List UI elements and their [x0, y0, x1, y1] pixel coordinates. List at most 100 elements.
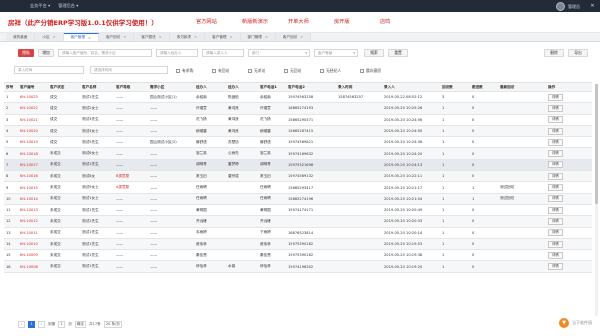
- filter-no-visit[interactable]: 无回访: [284, 68, 301, 74]
- customer-id-link[interactable]: KH-10012: [18, 219, 48, 223]
- details-button[interactable]: 详情: [548, 206, 563, 214]
- filter-intent[interactable]: 晨向意愿: [360, 68, 381, 74]
- table-row[interactable]: 8 KH-10016 未成交 测试8女 B类意愿 —— 常玉旧 唐宗斌 常玉旧 159745691…: [4, 171, 592, 183]
- tab-department[interactable]: 部门管理 ×: [240, 33, 276, 41]
- table-row[interactable]: 10 KH-10014 未成交 测试1女士 —— —— 任雨晴 任雨晴 15865274196 2…: [4, 193, 592, 205]
- table-row[interactable]: 15 KH-10009 未成交 测试1先生 —— —— 秦佳慧 秦佳慧 15975390182 2…: [4, 250, 592, 262]
- checkbox[interactable]: [360, 69, 364, 73]
- table-row[interactable]: 4 KH-10020 成交 测试4女士 —— —— 柳烟晨 黄鸿良 柳烟晨 15865287415…: [4, 125, 592, 138]
- link-house-edition[interactable]: 房开版: [334, 18, 380, 25]
- next-page-button[interactable]: ›: [38, 320, 45, 328]
- filter-has-visit[interactable]: 有回访: [212, 68, 229, 74]
- details-button[interactable]: 详情: [548, 116, 563, 124]
- tab-payments[interactable]: 收付款项 ×: [169, 33, 206, 41]
- checkbox[interactable]: [284, 69, 288, 73]
- table-row[interactable]: 7 KH-10017 未成交 测试1先生 —— —— 胡明青 董梦婷 胡明青 1597532169…: [4, 159, 592, 172]
- checkbox[interactable]: [320, 69, 324, 73]
- close-icon[interactable]: ×: [230, 35, 233, 39]
- date-picker-input[interactable]: 请选择时间: [90, 66, 168, 74]
- customer-id-link[interactable]: KH-10020: [18, 129, 48, 133]
- customer-id-link[interactable]: KH-10021: [18, 118, 48, 122]
- search-button[interactable]: 搜索: [364, 49, 384, 57]
- details-button[interactable]: 详情: [548, 240, 563, 248]
- tab-customer-visit[interactable]: 客户回访 ×: [98, 33, 135, 41]
- customer-level-select[interactable]: 客户等级 ▾: [314, 49, 358, 57]
- details-button[interactable]: 详情: [548, 217, 563, 225]
- close-icon[interactable]: ×: [123, 35, 126, 39]
- table-row[interactable]: 16 KH-10008 未成交 测试1先生 —— —— 林怡林 水镇 林怡林 1597419630…: [4, 261, 592, 273]
- details-button[interactable]: 详情: [548, 195, 563, 203]
- prev-page-button[interactable]: ‹: [18, 320, 25, 328]
- table-row[interactable]: 11 KH-10013 未成交 测试1先生 —— —— 黄明国 黄明国 15974174171 2…: [4, 205, 592, 217]
- export-button[interactable]: 导出: [568, 49, 588, 57]
- user-menu[interactable]: 管理员: [556, 2, 580, 11]
- customer-id-link[interactable]: KH-10014: [18, 197, 48, 201]
- details-button[interactable]: 详情: [548, 172, 563, 180]
- table-row[interactable]: 6 KH-10018 未成交 测试6女士 —— —— 邹兰英 公雨先 邹兰英 1597416963…: [4, 148, 592, 160]
- tab-customer-visit-2[interactable]: 客户回访 ×: [275, 33, 312, 41]
- checkbox[interactable]: [176, 69, 180, 73]
- add-button[interactable]: 增加: [38, 49, 54, 57]
- goto-page-input[interactable]: 1: [58, 320, 66, 328]
- close-icon[interactable]: ×: [194, 35, 197, 39]
- checkbox[interactable]: [212, 69, 216, 73]
- customer-id-link[interactable]: KH-10023: [18, 95, 48, 99]
- table-row[interactable]: 2 KH-10022 成交 测试2女士 —— —— 许瑾萱 黄鸿良 许瑾萱 16865274193…: [4, 103, 592, 115]
- department-select[interactable]: 部门 ▾: [248, 49, 310, 57]
- details-button[interactable]: 详情: [548, 251, 563, 259]
- details-button[interactable]: 详情: [548, 229, 563, 237]
- privacy-button[interactable]: 隐私: [18, 49, 34, 57]
- tab-community[interactable]: 小区 ×: [35, 33, 64, 41]
- reset-button[interactable]: 重置: [388, 49, 408, 57]
- filter-no-agent[interactable]: 无经纪人: [320, 68, 341, 74]
- close-icon[interactable]: ✕: [589, 3, 596, 9]
- tab-customer-management-2[interactable]: 客户管理 ×: [205, 33, 241, 41]
- entry-time-input[interactable]: 录入时间: [14, 66, 84, 74]
- customer-id-link[interactable]: KH-10010: [18, 242, 48, 246]
- delete-button[interactable]: 删除: [544, 49, 564, 57]
- details-button[interactable]: 详情: [548, 150, 563, 158]
- menu-admin-backend[interactable]: 管理后台 ▾: [58, 3, 78, 9]
- customer-id-link[interactable]: KH-10019: [18, 140, 48, 144]
- customer-id-link[interactable]: KH-10008: [18, 265, 48, 269]
- customer-id-link[interactable]: KH-10009: [18, 253, 48, 257]
- link-new-demo[interactable]: 新版新演示: [242, 18, 288, 25]
- table-row[interactable]: 12 KH-10012 未成交 测试2先生 —— —— 齐远峰 齐远峰 2019-05-20 1…: [4, 216, 592, 228]
- filter-has-purchase[interactable]: 有求购: [176, 68, 193, 74]
- customer-id-link[interactable]: KH-10018: [18, 152, 48, 156]
- details-button[interactable]: 详情: [548, 104, 563, 112]
- customer-id-link[interactable]: KH-10016: [18, 174, 48, 178]
- checkbox[interactable]: [248, 69, 252, 73]
- filter-no-request[interactable]: 无求访: [248, 68, 265, 74]
- customer-id-link[interactable]: KH-10017: [18, 163, 48, 167]
- close-icon[interactable]: ×: [159, 35, 162, 39]
- details-button[interactable]: 详情: [548, 138, 563, 146]
- details-button[interactable]: 详情: [548, 263, 563, 271]
- goto-confirm-button[interactable]: 确定: [74, 320, 86, 328]
- details-button[interactable]: 详情: [548, 93, 563, 101]
- page-1-button[interactable]: 1: [28, 320, 35, 328]
- close-icon[interactable]: ×: [53, 35, 56, 39]
- close-icon[interactable]: ×: [265, 35, 268, 39]
- tab-customer-management[interactable]: 客户管理 ×: [63, 33, 99, 41]
- tab-desktop[interactable]: 我的桌面: [6, 33, 36, 41]
- page-size-select[interactable]: 20 条/页: [103, 320, 122, 328]
- link-official-site[interactable]: 官方网站: [196, 18, 242, 25]
- table-row[interactable]: 3 KH-10021 成交 测试3先生 —— —— 花飞扬 黄鸿良 花飞扬 15865290371…: [4, 115, 592, 126]
- handler-input[interactable]: 请输入经办人: [156, 49, 198, 57]
- tab-customer-followup[interactable]: 客户跟进 ×: [134, 33, 170, 41]
- table-row[interactable]: 13 KH-10011 未成交 测试1先生 —— —— 韦雨婷 下雨婷 16876523814 2…: [4, 228, 592, 239]
- close-icon[interactable]: ×: [300, 35, 303, 39]
- link-billing-master[interactable]: 开单大师: [288, 18, 334, 25]
- customer-id-link[interactable]: KH-10022: [18, 106, 48, 110]
- details-button[interactable]: 详情: [548, 161, 563, 169]
- link-shop[interactable]: 店鸣: [380, 18, 426, 25]
- close-icon[interactable]: ×: [88, 36, 91, 40]
- table-row[interactable]: 9 KH-10015 未成交 测试9女士 A类意愿 —— 任雨晴 任雨晴 15865293417…: [4, 182, 592, 194]
- customer-id-link[interactable]: KH-10015: [18, 186, 48, 190]
- vertical-scrollbar[interactable]: [595, 84, 598, 316]
- table-row[interactable]: 14 KH-10010 未成交 测试1先生 —— —— 政伟林 政伟林 15975390182 2…: [4, 238, 592, 251]
- table-row[interactable]: 1 KH-10023 成交 测试1先生 —— 园山测试小区(1) 余稻南 陈绪松 余稻南 1597…: [4, 92, 592, 104]
- table-row[interactable]: 5 KH-10019 成交 测试5先生 —— 园山测试小区(2) 薛舒语 苏楚协 薛舒语 1597…: [4, 137, 592, 149]
- customer-id-link[interactable]: KH-10011: [18, 231, 48, 235]
